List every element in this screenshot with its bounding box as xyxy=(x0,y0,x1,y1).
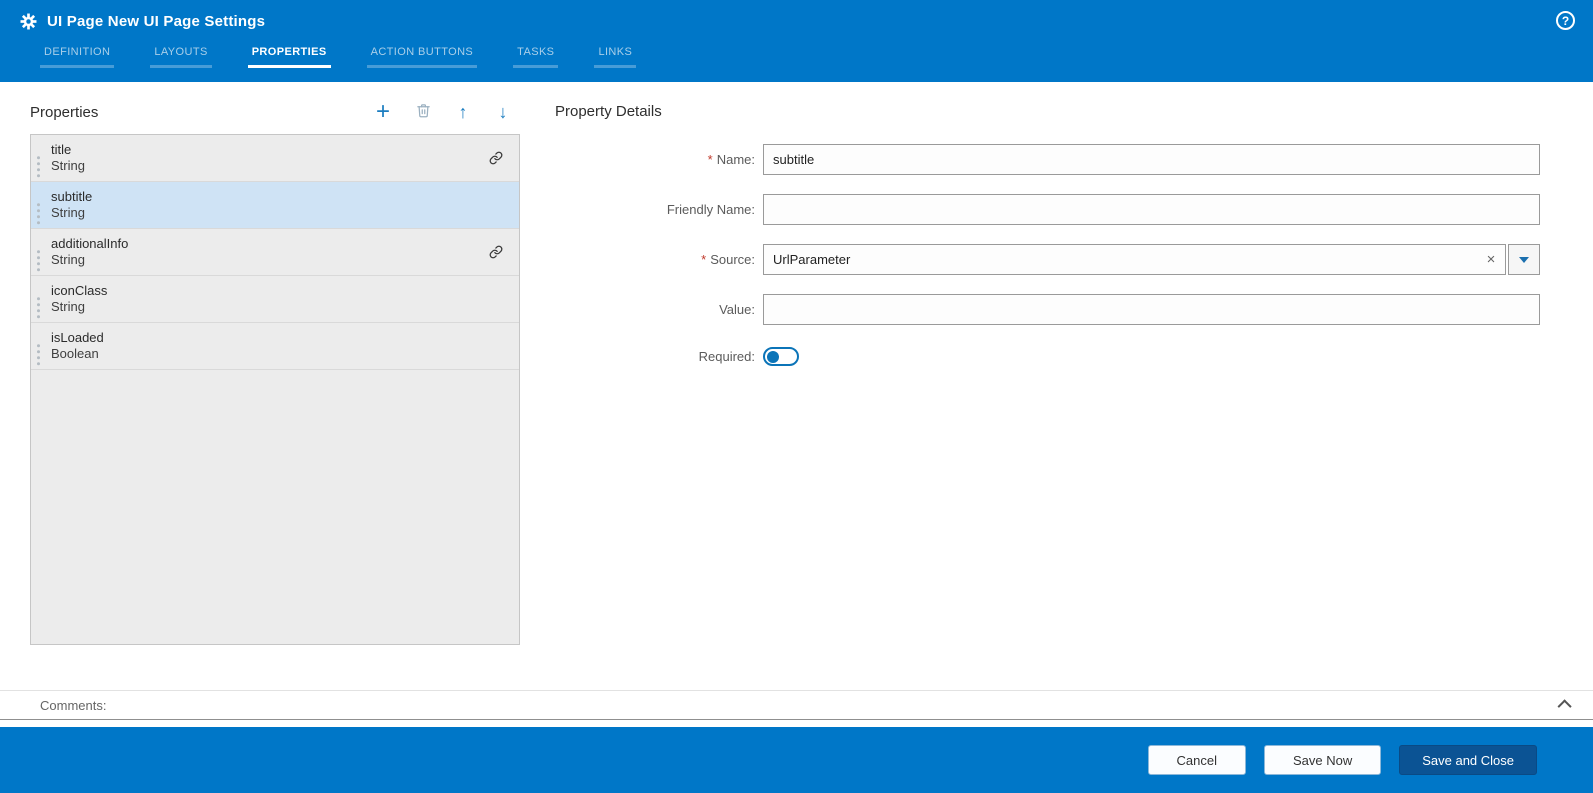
drag-handle-icon[interactable] xyxy=(37,297,41,300)
friendly-name-input[interactable] xyxy=(763,194,1540,225)
property-item-text: additionalInfo String xyxy=(51,236,489,268)
property-type: String xyxy=(51,299,85,314)
link-icon xyxy=(489,245,503,259)
property-item-text: iconClass String xyxy=(51,283,505,315)
property-name: title xyxy=(51,142,72,157)
drag-handle-icon[interactable] xyxy=(37,156,41,159)
tab-links[interactable]: LINKS xyxy=(594,42,637,68)
required-label: Required: xyxy=(698,349,755,364)
property-name: additionalInfo xyxy=(51,236,129,251)
properties-list: title String subtitle String additionalI… xyxy=(30,134,520,645)
comments-label: Comments: xyxy=(40,697,107,713)
comments-bar: Comments: xyxy=(0,690,1593,720)
add-property-button[interactable]: + xyxy=(372,100,394,124)
cancel-button[interactable]: Cancel xyxy=(1147,745,1246,775)
clear-icon[interactable]: × xyxy=(1477,245,1505,274)
source-dropdown-button[interactable] xyxy=(1508,244,1540,275)
top-header-bar: UI Page New UI Page Settings ? DEFINITIO… xyxy=(0,0,1593,82)
property-type: String xyxy=(51,205,85,220)
property-list-item-title[interactable]: title String xyxy=(31,135,519,182)
property-type: String xyxy=(51,158,85,173)
friendly-name-label: Friendly Name: xyxy=(666,202,755,217)
tab-action-buttons[interactable]: ACTION BUTTONS xyxy=(366,42,478,68)
source-combobox: × xyxy=(763,244,1540,275)
source-combo-field: × xyxy=(763,244,1506,275)
title-bar: UI Page New UI Page Settings ? xyxy=(0,0,1593,42)
value-label: Value: xyxy=(719,302,755,317)
toggle-knob xyxy=(767,350,779,363)
page-title: UI Page New UI Page Settings xyxy=(47,12,266,30)
save-and-close-button[interactable]: Save and Close xyxy=(1399,745,1537,775)
source-input[interactable] xyxy=(764,252,1477,267)
source-field-row: *Source: × xyxy=(555,244,1540,275)
property-name: subtitle xyxy=(51,189,93,204)
property-list-item-isloaded[interactable]: isLoaded Boolean xyxy=(31,323,519,370)
friendly-name-field-row: Friendly Name: xyxy=(555,194,1540,225)
property-item-text: isLoaded Boolean xyxy=(51,330,505,362)
property-item-text: subtitle String xyxy=(51,189,505,221)
required-asterisk: * xyxy=(707,152,713,167)
properties-toolbar: + ↑ ↓ xyxy=(372,100,520,124)
properties-panel: Properties + ↑ ↓ title String subtitle S… xyxy=(30,98,520,685)
required-field-row: Required: xyxy=(555,347,1540,366)
value-field-row: Value: xyxy=(555,294,1540,325)
tab-bar: DEFINITION LAYOUTS PROPERTIES ACTION BUT… xyxy=(40,42,1593,68)
property-list-item-iconclass[interactable]: iconClass String xyxy=(31,276,519,323)
chevron-down-icon xyxy=(1519,256,1529,263)
property-name: isLoaded xyxy=(51,330,104,345)
property-type: String xyxy=(51,252,85,267)
move-down-button[interactable]: ↓ xyxy=(492,101,514,123)
required-toggle[interactable] xyxy=(763,347,799,366)
tab-definition[interactable]: DEFINITION xyxy=(40,42,115,68)
delete-property-button[interactable] xyxy=(412,101,434,123)
drag-handle-icon[interactable] xyxy=(37,203,41,206)
property-details-panel: Property Details *Name: Friendly Name: *… xyxy=(555,98,1540,685)
help-icon[interactable]: ? xyxy=(1556,11,1575,30)
name-input[interactable] xyxy=(763,144,1540,175)
required-asterisk: * xyxy=(701,252,707,267)
tab-layouts[interactable]: LAYOUTS xyxy=(150,42,212,68)
properties-title: Properties xyxy=(30,103,99,121)
value-input[interactable] xyxy=(763,294,1540,325)
source-label: * Source: xyxy=(701,252,755,267)
save-now-button[interactable]: Save Now xyxy=(1263,745,1382,775)
link-icon xyxy=(489,151,503,165)
property-name: iconClass xyxy=(51,283,108,298)
main-content: Properties + ↑ ↓ title String subtitle S… xyxy=(0,82,1593,685)
gear-icon xyxy=(20,13,37,30)
trash-icon xyxy=(416,103,431,121)
property-details-title: Property Details xyxy=(555,103,662,120)
drag-handle-icon[interactable] xyxy=(37,250,41,253)
property-list-item-subtitle[interactable]: subtitle String xyxy=(31,182,519,229)
move-up-button[interactable]: ↑ xyxy=(452,101,474,123)
name-field-row: * Name: xyxy=(555,144,1540,175)
property-type: Boolean xyxy=(51,346,99,361)
property-item-text: title String xyxy=(51,142,489,174)
property-list-item-additionalinfo[interactable]: additionalInfo String xyxy=(31,229,519,276)
name-label: * Name: xyxy=(707,152,755,167)
drag-handle-icon[interactable] xyxy=(37,344,41,347)
footer-bar: Cancel Save Now Save and Close xyxy=(0,727,1593,793)
tab-properties[interactable]: PROPERTIES xyxy=(247,42,331,68)
properties-panel-header: Properties + ↑ ↓ xyxy=(30,98,520,126)
tab-tasks[interactable]: TASKS xyxy=(513,42,559,68)
